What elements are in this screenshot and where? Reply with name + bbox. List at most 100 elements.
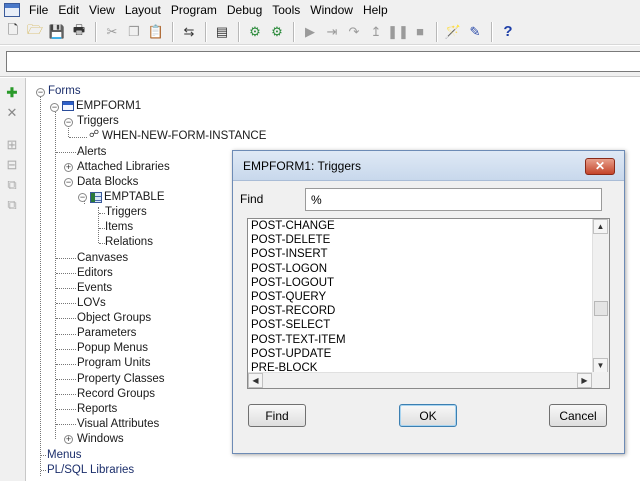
list-item[interactable]: POST-CHANGE (251, 219, 346, 233)
tree-node-plsql-libraries[interactable]: PL/SQL Libraries (47, 463, 134, 478)
list-item[interactable]: POST-LOGOUT (251, 276, 346, 290)
step-into-icon[interactable]: ⇥ (321, 21, 343, 43)
stop-icon[interactable]: ■ (409, 21, 431, 43)
tree-node-data-blocks[interactable]: Data Blocks (77, 175, 138, 190)
print-icon[interactable]: 🖶 (68, 21, 90, 43)
expand-toggle[interactable]: + (64, 435, 73, 444)
tree-node-alerts[interactable]: Alerts (77, 145, 106, 160)
menu-debug[interactable]: Debug (222, 1, 267, 19)
tree-node-lovs[interactable]: LOVs (77, 296, 106, 311)
open-icon[interactable]: 🗁 (24, 21, 46, 43)
save-icon[interactable]: 💾 (46, 21, 68, 43)
horizontal-scrollbar[interactable]: ◀ ▶ (248, 372, 592, 388)
scroll-thumb[interactable] (594, 301, 608, 316)
menu-window[interactable]: Window (305, 1, 358, 19)
tree-node-record-groups[interactable]: Record Groups (77, 387, 155, 402)
debug-icon[interactable]: ⚙ (266, 21, 288, 43)
list-item[interactable]: POST-SELECT (251, 318, 346, 332)
new-icon[interactable]: 🗋 (2, 21, 24, 43)
find-field[interactable] (305, 188, 602, 211)
tree-label: Data Blocks (77, 176, 139, 188)
ok-button[interactable]: OK (399, 404, 457, 427)
tree-node-triggers[interactable]: Triggers (77, 114, 119, 129)
tree-node-reports[interactable]: Reports (77, 402, 117, 417)
tree-label: Popup Menus (77, 342, 148, 354)
app-icon[interactable] (4, 2, 20, 17)
tree-node-windows[interactable]: Windows (77, 432, 124, 447)
tree-node-popup-menus[interactable]: Popup Menus (77, 341, 148, 356)
tree-node-events[interactable]: Events (77, 281, 112, 296)
delete-icon[interactable]: ✕ (3, 104, 21, 122)
tree-node-attached-libraries[interactable]: Attached Libraries (77, 160, 170, 175)
close-button[interactable]: ✕ (585, 158, 615, 175)
property-icon[interactable]: ✎ (464, 21, 486, 43)
tree-node-editors[interactable]: Editors (77, 266, 113, 281)
find-button[interactable]: Find (248, 404, 306, 427)
menu-view[interactable]: View (84, 1, 120, 19)
compile-icon[interactable]: ▤ (211, 21, 233, 43)
form-icon (62, 101, 74, 111)
list-item[interactable]: POST-TEXT-ITEM (251, 333, 346, 347)
tree-node-property-classes[interactable]: Property Classes (77, 372, 165, 387)
trigger-list[interactable]: POST-CHANGE POST-DELETE POST-INSERT POST… (247, 218, 610, 389)
toolbar-separator (172, 21, 173, 42)
collapse-toggle[interactable]: − (64, 118, 73, 127)
list-item[interactable]: POST-RECORD (251, 304, 346, 318)
expand-icon[interactable]: ⊞ (3, 136, 21, 154)
tree-line (56, 303, 76, 304)
cut-icon[interactable]: ✂ (101, 21, 123, 43)
menu-help[interactable]: Help (358, 1, 393, 19)
tree-node-object-groups[interactable]: Object Groups (77, 311, 151, 326)
tree-line (56, 364, 76, 365)
collapse-icon[interactable]: ⊟ (3, 156, 21, 174)
vertical-scrollbar[interactable]: ▲ ▼ (592, 219, 609, 373)
cancel-button[interactable]: Cancel (549, 404, 607, 427)
step-over-icon[interactable]: ↷ (343, 21, 365, 43)
list-item[interactable]: POST-UPDATE (251, 347, 346, 361)
collapse-toggle[interactable]: − (78, 193, 87, 202)
tree-node-block-relations[interactable]: Relations (105, 235, 153, 250)
tree-node-block-items[interactable]: Items (105, 220, 133, 235)
create-icon[interactable]: ✚ (3, 84, 21, 102)
connect-icon[interactable]: ⇆ (178, 21, 200, 43)
menu-tools[interactable]: Tools (267, 1, 305, 19)
collapse-all-icon[interactable]: ⧉ (3, 196, 21, 214)
menu-file[interactable]: File (24, 1, 53, 19)
copy-icon[interactable]: ❐ (123, 21, 145, 43)
expand-toggle[interactable]: + (64, 163, 73, 172)
tree-node-canvases[interactable]: Canvases (77, 251, 128, 266)
tree-node-menus[interactable]: Menus (47, 448, 82, 463)
tree-node-when-new-form-instance[interactable]: WHEN-NEW-FORM-INSTANCE (102, 129, 266, 144)
menu-program[interactable]: Program (166, 1, 222, 19)
collapse-toggle[interactable]: − (64, 178, 73, 187)
list-item[interactable]: POST-LOGON (251, 262, 346, 276)
menu-edit[interactable]: Edit (53, 1, 84, 19)
scroll-left-icon[interactable]: ◀ (248, 373, 263, 388)
go-icon[interactable]: ▶ (299, 21, 321, 43)
collapse-toggle[interactable]: − (50, 103, 59, 112)
wizard-icon[interactable]: 🪄 (442, 21, 464, 43)
collapse-toggle[interactable]: − (36, 88, 45, 97)
list-item[interactable]: POST-DELETE (251, 233, 346, 247)
search-input[interactable] (6, 51, 640, 72)
tree-node-forms[interactable]: Forms (48, 84, 81, 99)
menu-layout[interactable]: Layout (120, 1, 166, 19)
tree-node-program-units[interactable]: Program Units (77, 356, 151, 371)
tree-node-emptable[interactable]: EMPTABLE (104, 190, 165, 205)
tree-node-block-triggers[interactable]: Triggers (105, 205, 147, 220)
list-item[interactable]: POST-INSERT (251, 247, 346, 261)
scroll-down-icon[interactable]: ▼ (593, 358, 608, 373)
scroll-up-icon[interactable]: ▲ (593, 219, 608, 234)
list-item[interactable]: POST-QUERY (251, 290, 346, 304)
paste-icon[interactable]: 📋 (145, 21, 167, 43)
expand-all-icon[interactable]: ⧉ (3, 176, 21, 194)
scroll-right-icon[interactable]: ▶ (577, 373, 592, 388)
tree-node-visual-attributes[interactable]: Visual Attributes (77, 417, 159, 432)
dialog-title-bar[interactable]: EMPFORM1: Triggers ✕ (233, 151, 624, 181)
tree-node-parameters[interactable]: Parameters (77, 326, 136, 341)
help-icon[interactable]: ? (497, 21, 519, 43)
step-out-icon[interactable]: ↥ (365, 21, 387, 43)
pause-icon[interactable]: ❚❚ (387, 21, 409, 43)
run-form-icon[interactable]: ⚙ (244, 21, 266, 43)
tree-node-empform1[interactable]: EMPFORM1 (76, 99, 141, 114)
